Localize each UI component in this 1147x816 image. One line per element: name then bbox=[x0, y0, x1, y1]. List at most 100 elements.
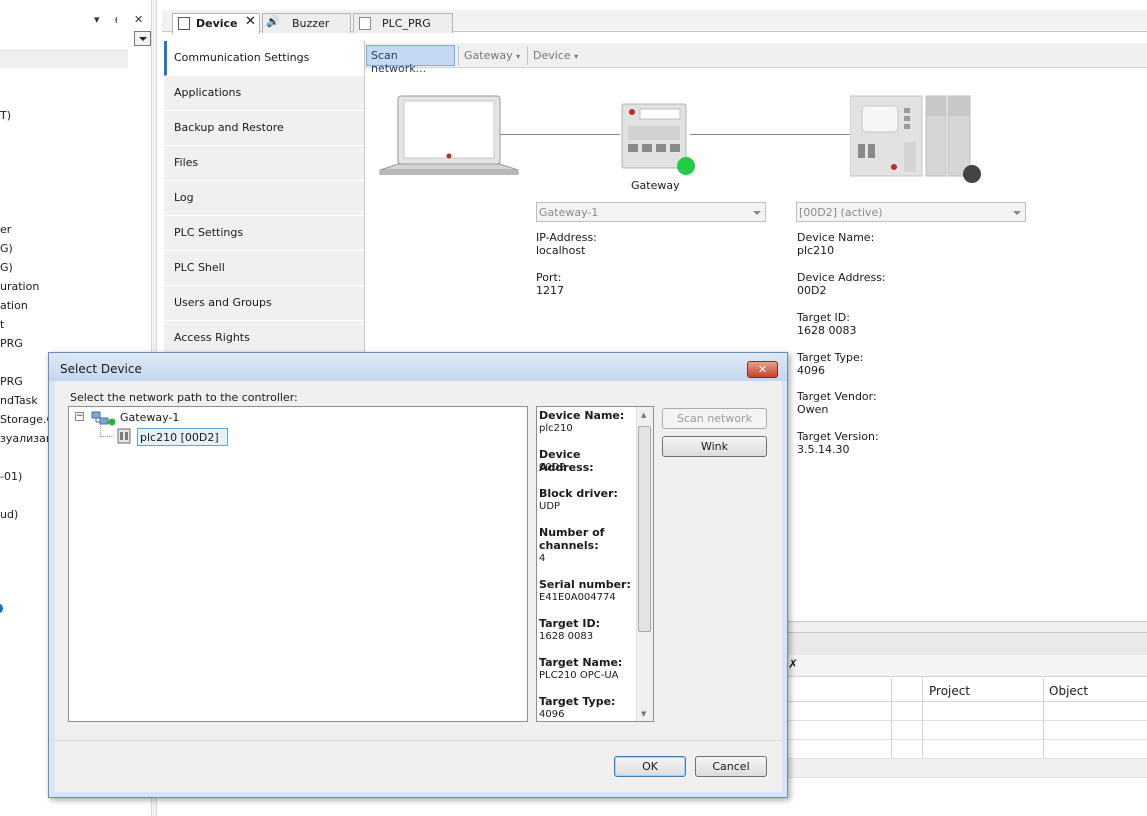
menu-files[interactable]: Files bbox=[164, 146, 364, 181]
menu-users-groups[interactable]: Users and Groups bbox=[164, 286, 364, 321]
collapse-toggle-icon[interactable]: − bbox=[75, 412, 84, 421]
info-value: plc210 bbox=[539, 423, 573, 434]
tree-item[interactable]: uration bbox=[0, 280, 39, 293]
tree-item[interactable]: ud) bbox=[0, 508, 18, 521]
column-header-object[interactable]: Object bbox=[1049, 684, 1088, 698]
status-dot-icon bbox=[0, 604, 3, 613]
close-icon[interactable]: ✕ bbox=[134, 13, 143, 26]
menu-communication-settings[interactable]: Communication Settings bbox=[164, 41, 364, 76]
device-status-indicator bbox=[963, 165, 981, 183]
messages-toolbar: ✗ bbox=[785, 655, 1147, 677]
computer-icon bbox=[379, 95, 519, 175]
message-row[interactable] bbox=[785, 740, 1147, 759]
tree-connector bbox=[100, 436, 114, 437]
device-editor-menu: Communication Settings Applications Back… bbox=[164, 41, 365, 356]
target-type-value: 4096 bbox=[797, 364, 825, 377]
dialog-titlebar[interactable] bbox=[49, 353, 787, 381]
info-label: Block driver: bbox=[539, 487, 618, 500]
port-label: Port: bbox=[536, 271, 562, 284]
info-value: UDP bbox=[539, 501, 561, 512]
network-gateway-icon bbox=[91, 411, 116, 426]
column-header-project[interactable]: Project bbox=[929, 684, 970, 698]
messages-splitter[interactable] bbox=[785, 621, 1147, 633]
tab-close-icon[interactable]: ✕ bbox=[245, 14, 256, 29]
tree-item[interactable]: PRG bbox=[0, 337, 23, 350]
plc-node-icon bbox=[117, 428, 131, 444]
tree-item[interactable]: PRG bbox=[0, 375, 23, 388]
gateway-select[interactable]: Gateway-1 bbox=[536, 202, 766, 222]
info-value: 4096 bbox=[539, 709, 565, 720]
target-vendor-label: Target Vendor: bbox=[797, 390, 877, 403]
tree-item[interactable]: G) bbox=[0, 242, 13, 255]
filter-dropdown-button[interactable] bbox=[134, 31, 151, 46]
chevron-down-icon bbox=[1013, 211, 1021, 215]
dialog-close-button[interactable]: ✕ bbox=[747, 361, 778, 378]
menu-applications[interactable]: Applications bbox=[164, 76, 364, 111]
toolbar-separator bbox=[458, 46, 459, 65]
message-row[interactable] bbox=[785, 702, 1147, 721]
menu-plc-shell[interactable]: PLC Shell bbox=[164, 251, 364, 286]
chevron-down-icon: ▾ bbox=[516, 52, 521, 61]
tree-item[interactable]: ndTask bbox=[0, 394, 38, 407]
tree-item[interactable]: -01) bbox=[0, 470, 22, 483]
menu-log[interactable]: Log bbox=[164, 181, 364, 216]
pin-icon[interactable]: ᵼ bbox=[115, 13, 117, 26]
ip-address-label: IP-Address: bbox=[536, 231, 597, 244]
message-row[interactable] bbox=[785, 721, 1147, 740]
tree-node-gateway[interactable]: Gateway-1 bbox=[120, 411, 179, 424]
info-value: 00D2 bbox=[539, 462, 566, 473]
target-type-label: Target Type: bbox=[797, 351, 864, 364]
info-label: Target Type: bbox=[539, 695, 616, 708]
info-label: Serial number: bbox=[539, 578, 631, 591]
tab-plc-prg[interactable]: PLC_PRG bbox=[353, 13, 453, 33]
document-icon bbox=[359, 17, 371, 30]
cancel-button[interactable]: Cancel bbox=[695, 756, 767, 777]
scroll-down-icon[interactable]: ▼ bbox=[641, 710, 646, 718]
gateway-status-indicator bbox=[677, 157, 695, 175]
device-menu[interactable]: Device ▾ bbox=[533, 49, 578, 62]
dialog-title: Select Device bbox=[60, 362, 142, 376]
scan-network-dialog-button[interactable]: Scan network bbox=[662, 408, 767, 429]
clear-messages-icon[interactable]: ✗ bbox=[788, 657, 798, 671]
menu-plc-settings[interactable]: PLC Settings bbox=[164, 216, 364, 251]
message-row[interactable] bbox=[785, 759, 1147, 778]
network-tree[interactable] bbox=[68, 406, 528, 722]
target-version-value: 3.5.14.30 bbox=[797, 443, 850, 456]
gateway-label: Gateway bbox=[631, 179, 680, 192]
tree-item[interactable]: T) bbox=[0, 109, 11, 122]
tree-item[interactable]: Storage.C bbox=[0, 413, 54, 426]
plc-device-icon bbox=[850, 95, 971, 177]
chevron-down-icon bbox=[753, 211, 761, 215]
ip-address-value: localhost bbox=[536, 244, 586, 257]
info-value: 1628 0083 bbox=[539, 631, 594, 642]
scroll-up-icon[interactable]: ▲ bbox=[641, 411, 646, 419]
wink-button[interactable]: Wink bbox=[662, 436, 767, 457]
tree-item[interactable]: t bbox=[0, 318, 4, 331]
target-id-value: 1628 0083 bbox=[797, 324, 857, 337]
scrollbar-thumb[interactable] bbox=[638, 426, 651, 632]
tree-item[interactable]: зуализац bbox=[0, 432, 53, 445]
info-label: Number of channels: bbox=[539, 526, 605, 552]
tree-node-device-selected[interactable]: plc210 [00D2] bbox=[137, 428, 228, 446]
menu-backup-restore[interactable]: Backup and Restore bbox=[164, 111, 364, 146]
chevron-down-icon[interactable]: ▾ bbox=[94, 13, 100, 26]
tree-item[interactable]: G) bbox=[0, 261, 13, 274]
scan-network-button[interactable]: Scan network... bbox=[366, 45, 455, 75]
device-address-value: 00D2 bbox=[797, 284, 827, 297]
menu-access-rights[interactable]: Access Rights bbox=[164, 321, 364, 356]
info-value: 4 bbox=[539, 553, 546, 564]
tree-item[interactable]: er bbox=[0, 223, 11, 236]
dialog-separator bbox=[55, 740, 782, 741]
device-name-value: plc210 bbox=[797, 244, 835, 257]
tab-buzzer[interactable]: 🔊 Buzzer bbox=[262, 13, 351, 33]
tree-item[interactable]: ation bbox=[0, 299, 28, 312]
device-icon bbox=[178, 17, 190, 30]
info-label: Target Name: bbox=[539, 656, 623, 669]
ok-button[interactable]: OK bbox=[614, 756, 686, 777]
messages-title-bar bbox=[785, 633, 1147, 655]
device-select[interactable]: [00D2] (active) bbox=[796, 202, 1026, 222]
info-value: PLC210 OPC-UA bbox=[539, 670, 619, 681]
gateway-menu[interactable]: Gateway ▾ bbox=[464, 49, 520, 62]
info-label: Device Name: bbox=[539, 409, 625, 422]
target-version-label: Target Version: bbox=[797, 430, 879, 443]
